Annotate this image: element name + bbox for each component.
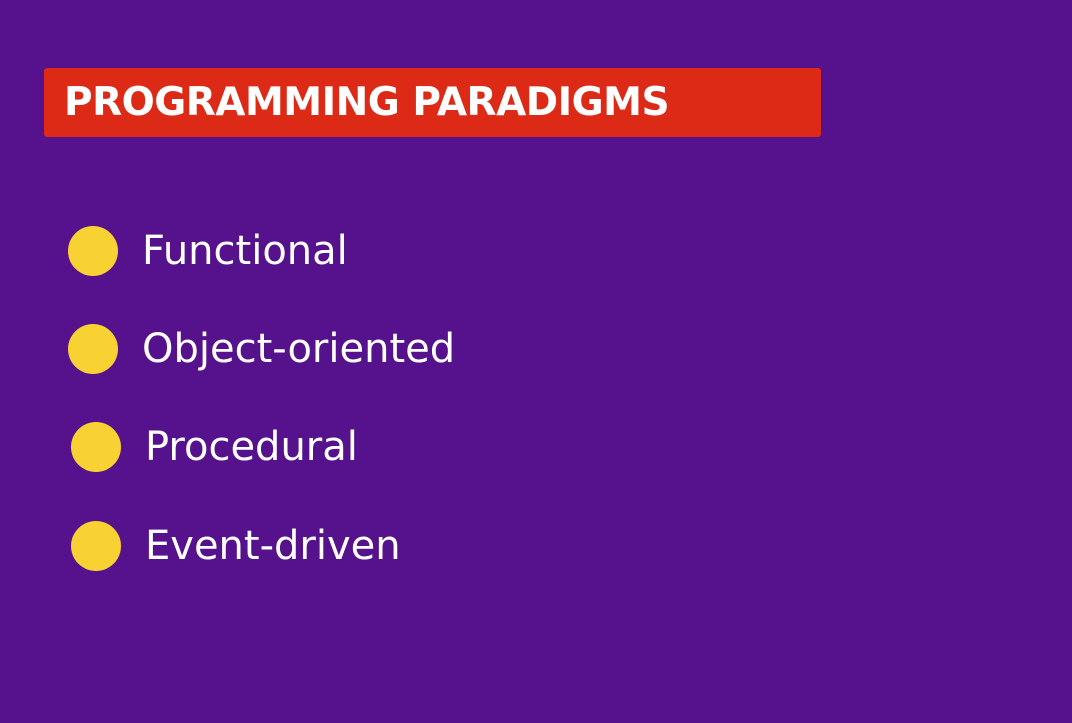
list-item: Functional (68, 225, 348, 277)
bullet-circle-icon (71, 521, 121, 571)
slide: PROGRAMMING PARADIGMS Functional Object-… (0, 0, 1072, 723)
bullet-circle-icon (71, 422, 121, 472)
list-item-label: Procedural (145, 424, 358, 470)
slide-title: PROGRAMMING PARADIGMS (64, 80, 670, 125)
list-item-label: Functional (142, 228, 348, 274)
list-item: Object-oriented (68, 323, 455, 375)
title-banner: PROGRAMMING PARADIGMS (44, 68, 821, 137)
bullet-circle-icon (68, 226, 118, 276)
bullet-circle-icon (68, 324, 118, 374)
list-item-label: Event-driven (145, 523, 401, 569)
list-item-label: Object-oriented (142, 326, 456, 372)
list-item: Procedural (71, 421, 358, 473)
list-item: Event-driven (71, 520, 401, 572)
